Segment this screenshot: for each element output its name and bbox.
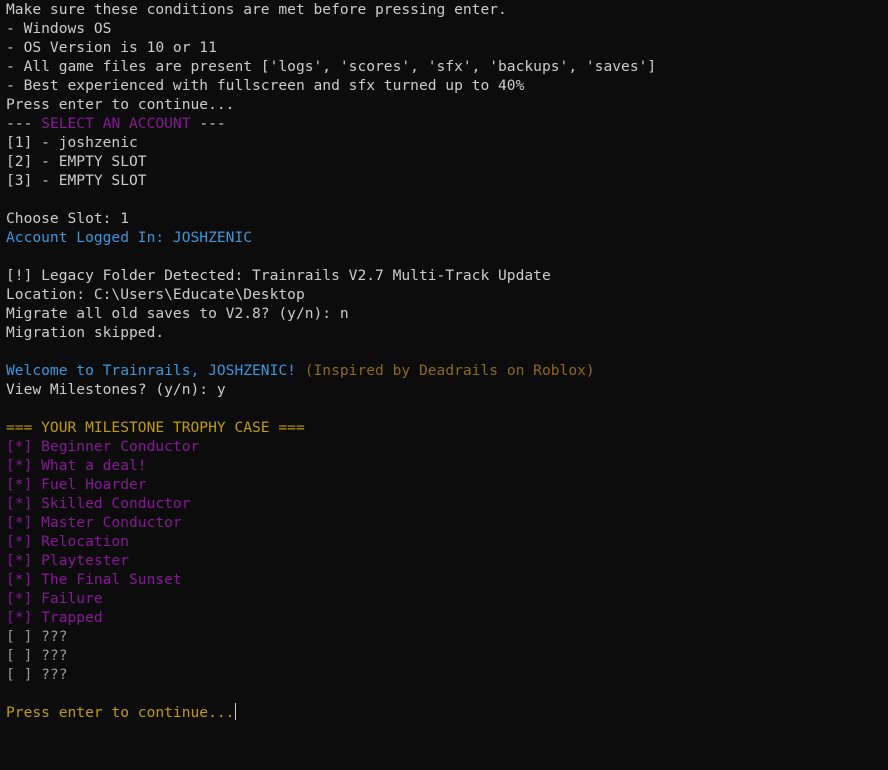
logged-in-line: Account Logged In: JOSHZENIC: [6, 229, 253, 246]
milestone-locked: [ ] ???: [6, 647, 68, 664]
milestone-unlocked: [*] Relocation: [6, 533, 130, 550]
account-slot: [2] - EMPTY SLOT: [6, 153, 147, 170]
choose-slot-line: Choose Slot: 1: [6, 210, 130, 227]
milestone-unlocked: [*] Trapped: [6, 609, 103, 626]
condition-line: - Best experienced with fullscreen and s…: [6, 77, 525, 94]
welcome-line: Welcome to Trainrails, JOSHZENIC! (Inspi…: [6, 361, 882, 380]
welcome-text: Welcome to Trainrails, JOSHZENIC!: [6, 362, 296, 379]
condition-line: - Windows OS: [6, 20, 112, 37]
condition-line: - OS Version is 10 or 11: [6, 39, 217, 56]
legacy-detected-line: [!] Legacy Folder Detected: Trainrails V…: [6, 267, 551, 284]
inspired-text: (Inspired by Deadrails on Roblox): [295, 362, 595, 379]
milestone-unlocked: [*] Fuel Hoarder: [6, 476, 147, 493]
milestone-unlocked: [*] The Final Sunset: [6, 571, 182, 588]
header-dashes-left: ---: [6, 115, 42, 132]
trophy-case-header: === YOUR MILESTONE TROPHY CASE ===: [6, 419, 305, 436]
account-select-header: --- SELECT AN ACCOUNT ---: [6, 114, 882, 133]
view-milestones-line: View Milestones? (y/n): y: [6, 381, 226, 398]
account-slot: [3] - EMPTY SLOT: [6, 172, 147, 189]
header-dashes-right: ---: [190, 115, 226, 132]
final-prompt-line[interactable]: Press enter to continue...: [6, 703, 882, 722]
account-slot: [1] - joshzenic: [6, 134, 138, 151]
account-select-title: SELECT AN ACCOUNT: [41, 115, 191, 132]
press-enter-prompt: Press enter to continue...: [6, 96, 235, 113]
press-enter-prompt: Press enter to continue...: [6, 704, 235, 721]
condition-line: - All game files are present ['logs', 's…: [6, 58, 657, 75]
terminal-window[interactable]: Make sure these conditions are met befor…: [6, 0, 882, 722]
milestone-unlocked: [*] Master Conductor: [6, 514, 182, 531]
migration-skipped-line: Migration skipped.: [6, 324, 165, 341]
milestone-unlocked: [*] What a deal!: [6, 457, 147, 474]
milestone-unlocked: [*] Beginner Conductor: [6, 438, 200, 455]
migrate-prompt-line: Migrate all old saves to V2.8? (y/n): n: [6, 305, 349, 322]
milestone-unlocked: [*] Skilled Conductor: [6, 495, 191, 512]
conditions-heading: Make sure these conditions are met befor…: [6, 1, 507, 18]
text-cursor: [235, 703, 237, 720]
milestone-unlocked: [*] Failure: [6, 590, 103, 607]
milestone-locked: [ ] ???: [6, 666, 68, 683]
milestone-locked: [ ] ???: [6, 628, 68, 645]
location-line: Location: C:\Users\Educate\Desktop: [6, 286, 305, 303]
milestone-unlocked: [*] Playtester: [6, 552, 130, 569]
